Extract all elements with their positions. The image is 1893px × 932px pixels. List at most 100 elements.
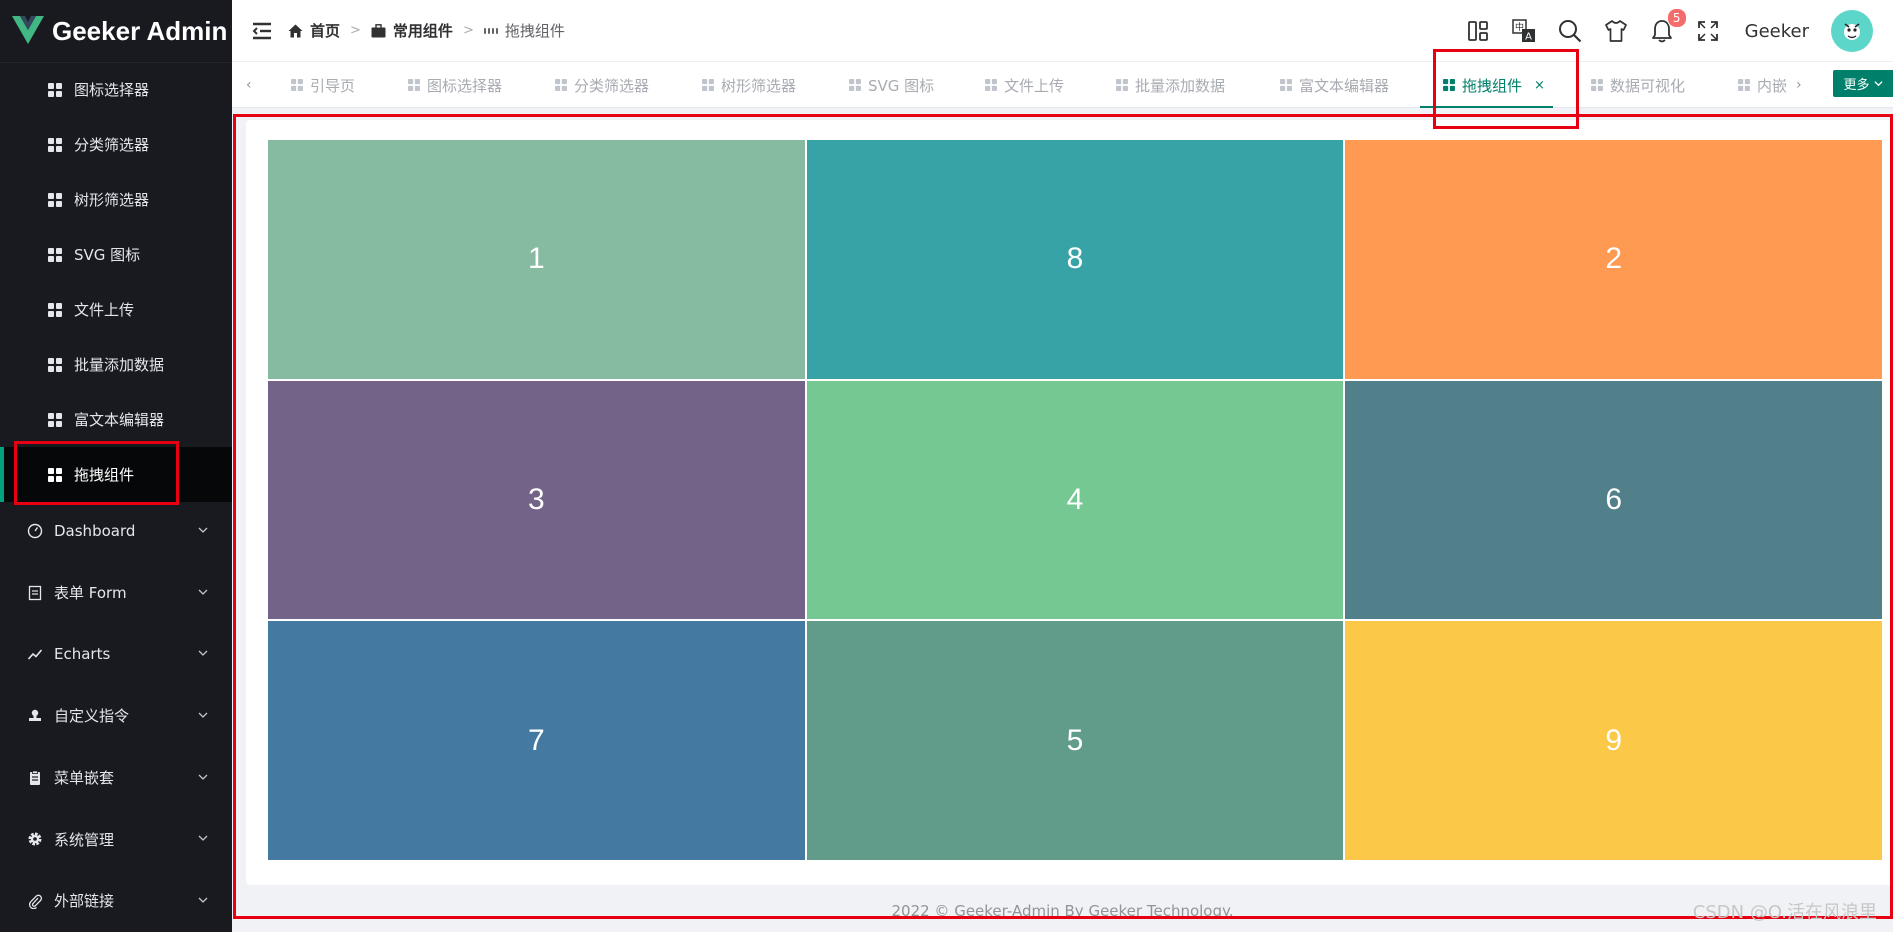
sidebar-item-form[interactable]: 表单 Form [0,562,232,624]
breadcrumb-item-current: 拖拽组件 [483,20,565,41]
chevron-down-icon [198,589,208,595]
theme-shirt-icon[interactable] [1603,18,1629,44]
sidebar-item-label: Dashboard [54,521,136,540]
chevron-down-icon [198,650,208,657]
bell-icon[interactable]: 5 [1649,8,1687,44]
grid-icon [48,82,62,97]
translate-icon[interactable]: 中A [1511,18,1537,44]
sidebar-item-rich-editor[interactable]: 富文本编辑器 [0,392,232,447]
grid-icon [48,247,62,262]
username[interactable]: Geeker [1745,21,1809,42]
sidebar-item-label: Echarts [54,645,111,664]
sidebar-item-file-upload[interactable]: 文件上传 [0,282,232,337]
paperclip-icon [26,892,44,910]
drag-cell[interactable]: 7 [268,621,805,860]
search-icon[interactable] [1557,18,1583,44]
main-content: 182 346 759 2022 © Geeker-Admin By Geeker … [232,108,1893,932]
sidebar-item-label: 树形筛选器 [74,191,150,209]
tab-svg-icon[interactable]: SVG 图标 [848,62,934,108]
drag-cell[interactable]: 2 [1345,140,1882,379]
sidebar-item-directives[interactable]: 自定义指令 [0,685,232,747]
grid-icon [48,467,62,482]
grid-icon [48,302,62,317]
fullscreen-icon[interactable] [1695,18,1721,44]
grid-icon [48,137,62,152]
drag-cell[interactable]: 8 [806,140,1344,379]
notification-badge: 5 [1666,8,1687,28]
tabs-scroll-right-icon[interactable]: › [1796,62,1802,108]
tab-category-filter[interactable]: 分类筛选器 [554,62,649,108]
sidebar-item-label: 自定义指令 [54,707,130,726]
sidebar-item-label: 批量添加数据 [74,356,165,374]
sidebar-item-batch-add[interactable]: 批量添加数据 [0,337,232,392]
menu-collapse-icon[interactable] [250,19,274,43]
breadcrumb: 首页 > 常用组件 > 拖拽组件 [288,20,565,41]
sidebar-item-label: 图标选择器 [74,81,150,99]
tab-rich-editor[interactable]: 富文本编辑器 [1279,62,1389,108]
tab-batch-add[interactable]: 批量添加数据 [1115,62,1225,108]
avatar[interactable] [1831,10,1873,52]
drag-cell[interactable]: 4 [806,380,1344,620]
grid-icon [1280,79,1292,91]
drag-cell[interactable]: 9 [1345,621,1882,860]
top-header: 首页 > 常用组件 > 拖拽组件 中A 5 Geeker [232,0,1893,62]
grid-icon [1116,79,1128,91]
sidebar-item-label: 富文本编辑器 [74,411,165,429]
sidebar-item-icon-selector[interactable]: 图标选择器 [0,62,232,117]
content-card: 182 346 759 [246,120,1893,885]
tab-close-icon[interactable]: × [1534,78,1545,93]
chevron-down-icon [198,897,208,903]
chevron-down-icon [1873,81,1883,87]
drag-cell[interactable]: 3 [268,380,805,620]
layout-icon[interactable] [1465,18,1491,44]
list-icon [26,769,44,787]
tab-guide[interactable]: 引导页 [290,62,355,108]
chevron-down-icon [198,527,208,533]
grid-icon [483,24,498,38]
breadcrumb-separator: > [462,23,474,38]
sidebar-item-label: 文件上传 [74,301,135,319]
tabs-scroll-left-icon[interactable]: ‹ [246,62,252,108]
breadcrumb-item-common[interactable]: 常用组件 [371,20,453,41]
sidebar-item-tree-filter[interactable]: 树形筛选器 [0,172,232,227]
grid-icon [48,357,62,372]
sidebar-item-svg-icon[interactable]: SVG 图标 [0,227,232,282]
odometer-icon [26,522,44,540]
tab-file-upload[interactable]: 文件上传 [984,62,1064,108]
grid-icon [408,79,420,91]
trend-chart-icon [26,645,44,663]
sidebar-item-nested-menu[interactable]: 菜单嵌套 [0,747,232,809]
briefcase-icon [371,23,386,38]
sidebar-item-dashboard[interactable]: Dashboard [0,500,232,562]
grid-icon [1738,79,1750,91]
tabs-bar: ‹ 引导页 图标选择器 分类筛选器 树形筛选器 SVG 图标 文件上传 批量添加… [232,62,1893,108]
chevron-down-icon [198,835,208,842]
logo[interactable]: Geeker Admin [0,0,232,63]
tab-tree-filter[interactable]: 树形筛选器 [701,62,796,108]
sidebar-item-label: 拖拽组件 [74,466,135,484]
tabs-more-button[interactable]: 更多 [1833,70,1893,97]
tab-draggable[interactable]: 拖拽组件 × [1420,62,1553,108]
svg-text:A: A [1525,32,1532,43]
drag-cell[interactable]: 1 [268,140,805,379]
tickets-icon [26,584,44,602]
tab-data-visual[interactable]: 数据可视化 [1590,62,1685,108]
grid-icon [985,79,997,91]
sidebar-item-draggable[interactable]: 拖拽组件 [0,447,232,502]
draggable-grid: 182 346 759 [268,140,1882,860]
tab-embedded[interactable]: 内嵌 [1737,62,1787,108]
grid-icon [702,79,714,91]
sidebar-item-echarts[interactable]: Echarts [0,623,232,685]
sidebar-item-category-filter[interactable]: 分类筛选器 [0,117,232,172]
grid-icon [1591,79,1603,91]
drag-cell[interactable]: 5 [806,621,1344,860]
sidebar-item-label: 表单 Form [54,584,127,603]
tab-icon-selector[interactable]: 图标选择器 [407,62,502,108]
sidebar-item-system[interactable]: 系统管理 [0,808,232,870]
grid-icon [849,79,861,91]
sidebar-item-label: SVG 图标 [74,246,141,264]
breadcrumb-item-home[interactable]: 首页 [288,20,340,41]
app-title: Geeker Admin [52,15,228,46]
drag-cell[interactable]: 6 [1345,380,1882,620]
sidebar-item-external-link[interactable]: 外部链接 [0,870,232,932]
